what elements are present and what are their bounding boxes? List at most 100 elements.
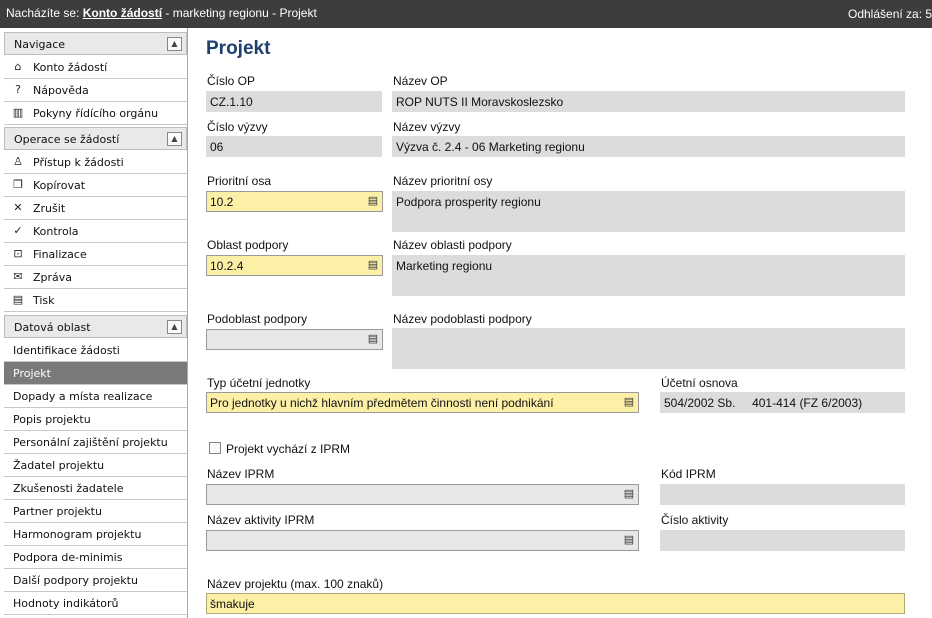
field-nazev-prioritni-osy: Podpora prosperity regionu	[392, 191, 905, 232]
print-icon: ▤	[12, 293, 24, 306]
sidebar-item-label: Kontrola	[33, 225, 79, 238]
select-podoblast-podpory[interactable]: ▤	[206, 329, 383, 350]
sidebar-item-label: Tisk	[33, 294, 55, 307]
sidebar-item-harmonogram[interactable]: Harmonogram projektu	[4, 523, 187, 546]
sidebar-item-partner[interactable]: Partner projektu	[4, 500, 187, 523]
field-cislo-vyzvy: 06	[206, 136, 382, 157]
sidebar-item-finalizace[interactable]: ⊡ Finalizace	[4, 243, 187, 266]
sidebar-section-navigace[interactable]: Navigace ▲	[4, 32, 187, 55]
sidebar-item-napoveda[interactable]: ? Nápověda	[4, 79, 187, 102]
sidebar-item-dalsi-podpory[interactable]: Další podpory projektu	[4, 569, 187, 592]
label-cislo-vyzvy: Číslo výzvy	[207, 120, 268, 134]
sidebar-item-personalni[interactable]: Personální zajištění projektu	[4, 431, 187, 454]
sidebar-section-datova-oblast[interactable]: Datová oblast ▲	[4, 315, 187, 338]
select-oblast-podpory[interactable]: 10.2.4 ▤	[206, 255, 383, 276]
sidebar-item-label: Projekt	[13, 367, 51, 380]
sidebar-item-pokyny[interactable]: ▥ Pokyny řídícího orgánu	[4, 102, 187, 125]
sidebar-item-label: Harmonogram projektu	[13, 528, 142, 541]
list-icon[interactable]: ▤	[622, 487, 636, 502]
breadcrumb-rest: - marketing regionu - Projekt	[165, 6, 317, 20]
select-nazev-iprm[interactable]: ▤	[206, 484, 639, 505]
section-title: Datová oblast	[14, 321, 91, 334]
label-nazev-podoblasti-podpory: Název podoblasti podpory	[393, 312, 532, 326]
sidebar-item-konto[interactable]: ⌂ Konto žádostí	[4, 56, 187, 79]
label-nazev-iprm: Název IPRM	[207, 467, 275, 481]
breadcrumb: Nacházíte se: Konto žádostí - marketing …	[6, 6, 317, 20]
collapse-icon[interactable]: ▲	[167, 37, 182, 51]
label-cislo-aktivity: Číslo aktivity	[661, 513, 729, 527]
sidebar-item-indikatory[interactable]: Hodnoty indikátorů	[4, 592, 187, 615]
sidebar-item-label: Dopady a místa realizace	[13, 390, 153, 403]
sidebar-item-label: Personální zajištění projektu	[13, 436, 168, 449]
label-nazev-aktivity-iprm: Název aktivity IPRM	[207, 513, 315, 527]
main-content: Projekt Číslo OP CZ.1.10 Název OP ROP NU…	[188, 28, 932, 618]
collapse-icon[interactable]: ▲	[167, 132, 182, 146]
label-projekt-iprm: Projekt vychází z IPRM	[226, 442, 351, 456]
select-typ-ucetni-jednotky[interactable]: Pro jednotky u nichž hlavním předmětem č…	[206, 392, 639, 413]
home-icon: ⌂	[14, 60, 22, 73]
sidebar-item-zprava[interactable]: ✉ Zpráva	[4, 266, 187, 289]
lock-icon: ⊡	[13, 247, 23, 260]
list-icon[interactable]: ▤	[622, 395, 636, 410]
sidebar-item-kontrola[interactable]: ✓ Kontrola	[4, 220, 187, 243]
sidebar-item-zkusenosti[interactable]: Zkušenosti žadatele	[4, 477, 187, 500]
section-title: Operace se žádostí	[14, 133, 120, 146]
label-nazev-oblasti-podpory: Název oblasti podpory	[393, 238, 512, 252]
sidebar-item-zrusit[interactable]: ✕ Zrušit	[4, 197, 187, 220]
label-nazev-projektu: Název projektu (max. 100 znaků)	[207, 577, 384, 591]
sidebar-item-label: Finalizace	[33, 248, 87, 261]
label-kod-iprm: Kód IPRM	[661, 467, 716, 481]
sidebar-item-label: Nápověda	[33, 84, 89, 97]
select-value: Pro jednotky u nichž hlavním předmětem č…	[210, 396, 554, 410]
sidebar-item-identifikace[interactable]: Identifikace žádosti	[4, 339, 187, 362]
top-bar: Nacházíte se: Konto žádostí - marketing …	[0, 0, 932, 28]
sidebar-item-label: Zpráva	[33, 271, 73, 284]
list-icon[interactable]: ▤	[366, 332, 380, 347]
input-nazev-projektu[interactable]: šmakuje	[206, 593, 905, 614]
field-kod-iprm	[660, 484, 905, 505]
breadcrumb-prefix: Nacházíte se:	[6, 6, 80, 20]
sidebar-item-label: Další podpory projektu	[13, 574, 138, 587]
sidebar-item-label: Kopírovat	[33, 179, 86, 192]
select-prioritni-osa[interactable]: 10.2 ▤	[206, 191, 383, 212]
field-nazev-op: ROP NUTS II Moravskoslezsko	[392, 91, 905, 112]
label-prioritni-osa: Prioritní osa	[207, 174, 272, 188]
label-nazev-vyzvy: Název výzvy	[393, 120, 461, 134]
sidebar-item-kopirovat[interactable]: ❐ Kopírovat	[4, 174, 187, 197]
sidebar-item-projekt[interactable]: Projekt	[4, 362, 187, 385]
field-cislo-op: CZ.1.10	[206, 91, 382, 112]
book-icon: ▥	[12, 106, 24, 119]
sidebar-item-zadatel[interactable]: Žadatel projektu	[4, 454, 187, 477]
label-ucetni-osnova: Účetní osnova	[661, 376, 738, 390]
sidebar-item-label: Partner projektu	[13, 505, 102, 518]
label-nazev-prioritni-osy: Název prioritní osy	[393, 174, 493, 188]
collapse-icon[interactable]: ▲	[167, 320, 182, 334]
sidebar-item-label: Žadatel projektu	[13, 459, 105, 472]
list-icon[interactable]: ▤	[622, 533, 636, 548]
field-cislo-aktivity	[660, 530, 905, 551]
section-title: Navigace	[14, 38, 66, 51]
sidebar-item-popis[interactable]: Popis projektu	[4, 408, 187, 431]
sidebar-item-label: Zrušit	[33, 202, 66, 215]
sidebar-item-label: Popis projektu	[13, 413, 91, 426]
list-icon[interactable]: ▤	[366, 258, 380, 273]
list-icon[interactable]: ▤	[366, 194, 380, 209]
label-podoblast-podpory: Podoblast podpory	[207, 312, 308, 326]
sidebar-item-tisk[interactable]: ▤ Tisk	[4, 289, 187, 312]
close-icon: ✕	[13, 201, 23, 214]
sidebar-section-operace[interactable]: Operace se žádostí ▲	[4, 127, 187, 150]
label-typ-ucetni-jednotky: Typ účetní jednotky	[207, 376, 311, 390]
field-nazev-podoblasti-podpory	[392, 328, 905, 369]
sidebar-item-pristup[interactable]: ♙ Přístup k žádosti	[4, 151, 187, 174]
select-nazev-aktivity-iprm[interactable]: ▤	[206, 530, 639, 551]
sidebar-item-label: Podpora de-minimis	[13, 551, 123, 564]
sidebar-item-dopady[interactable]: Dopady a místa realizace	[4, 385, 187, 408]
logout-timer: Odhlášení za: 5	[848, 7, 932, 21]
sidebar-item-de-minimis[interactable]: Podpora de-minimis	[4, 546, 187, 569]
copy-icon: ❐	[13, 178, 23, 191]
label-cislo-op: Číslo OP	[207, 74, 256, 88]
checkbox-projekt-iprm[interactable]	[209, 442, 221, 454]
label-nazev-op: Název OP	[393, 74, 448, 88]
sidebar-item-label: Pokyny řídícího orgánu	[33, 107, 159, 120]
breadcrumb-link-konto[interactable]: Konto žádostí	[83, 6, 162, 20]
